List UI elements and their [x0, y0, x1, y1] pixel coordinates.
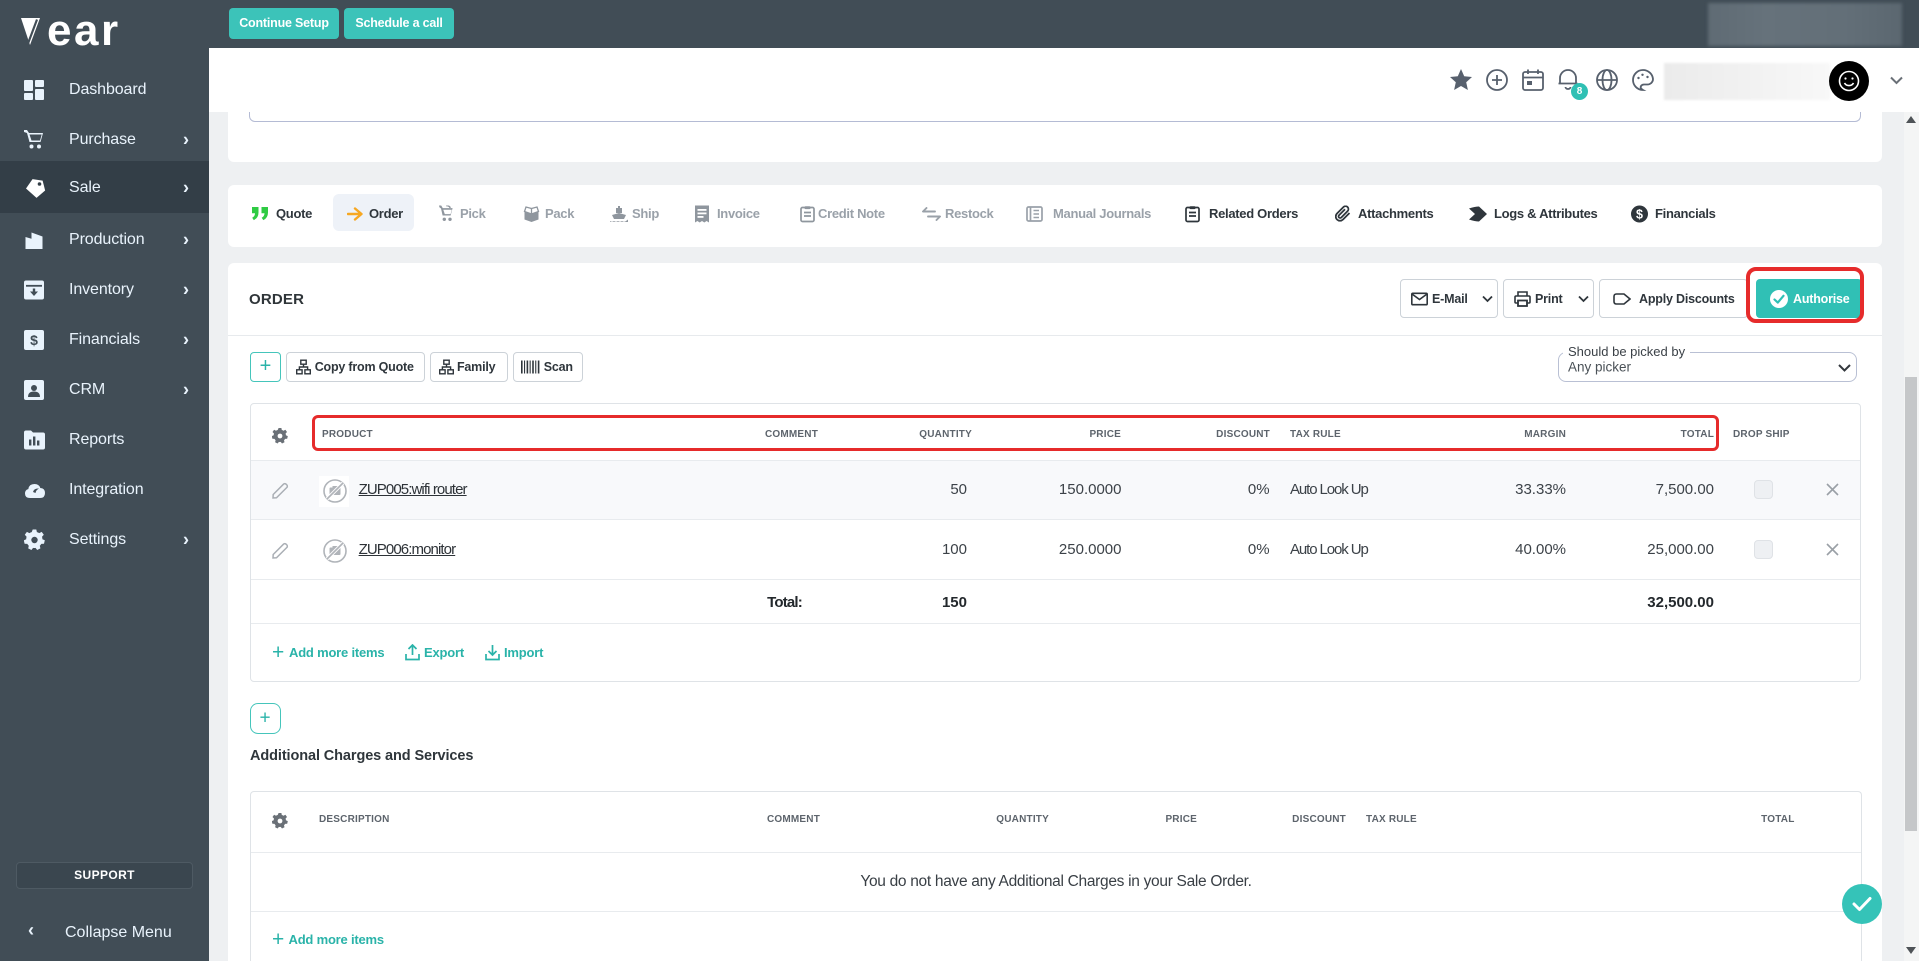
svg-text:$: $ — [30, 332, 38, 348]
svg-text:ear: ear — [47, 16, 121, 48]
svg-text:$: $ — [1636, 207, 1643, 221]
